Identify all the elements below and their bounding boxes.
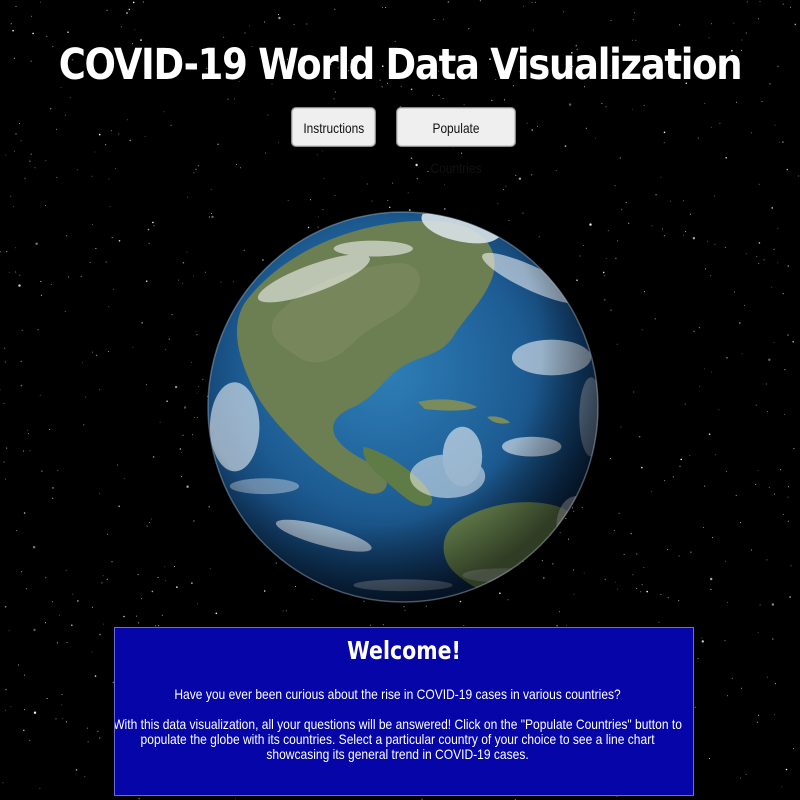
populate-countries-button-label: Populate Countries [430, 120, 482, 176]
page-title: COVID-19 World Data Visualization [58, 40, 743, 90]
instructions-button-label: Instructions [303, 120, 364, 136]
welcome-intro-text: Have you ever been curious about the ris… [174, 686, 621, 702]
welcome-body-text: With this data visualization, all your q… [114, 716, 682, 762]
populate-countries-button[interactable]: Populate Countries [396, 107, 516, 176]
earth-globe[interactable] [205, 209, 601, 605]
welcome-heading: Welcome! [347, 636, 461, 665]
welcome-panel: Welcome! Have you ever been curious abou… [114, 627, 694, 796]
instructions-button[interactable]: Instructions [291, 107, 376, 147]
